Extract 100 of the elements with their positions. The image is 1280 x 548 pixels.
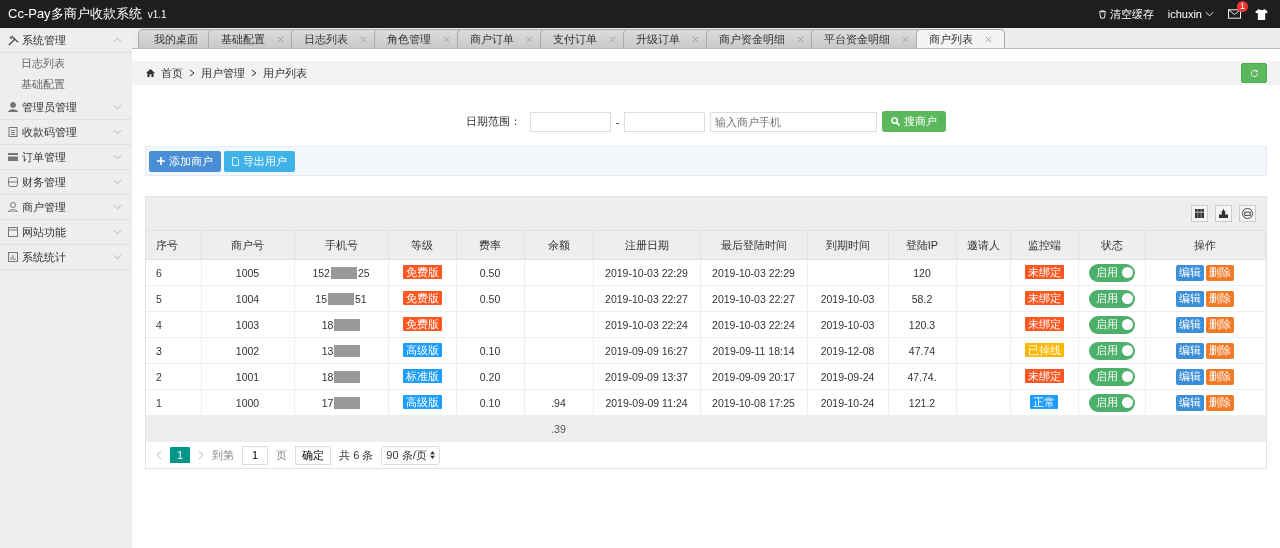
table-cell: 1003	[201, 311, 294, 338]
sidebar-item[interactable]: 网站功能	[0, 220, 132, 245]
close-icon[interactable]	[692, 35, 699, 43]
table-cell: 0.20	[479, 370, 501, 383]
table-cell: 2019-10-03 22:27	[700, 285, 807, 312]
notification-badge: 1	[1237, 1, 1248, 12]
card-icon	[8, 153, 18, 161]
page-size-select[interactable]: 90 条/页	[381, 445, 440, 465]
phone-number: 13	[321, 344, 334, 357]
column-header: 登陆IP	[888, 231, 956, 260]
page-unit-label: 页	[276, 447, 288, 463]
balance-total: .39	[551, 422, 566, 435]
confirm-button[interactable]: 确定	[295, 445, 332, 465]
chart-icon	[8, 252, 18, 262]
person-icon	[8, 102, 18, 112]
table-cell: 2019-09-09 11:24	[593, 389, 700, 416]
chevron-right-icon	[251, 69, 257, 77]
grid-icon	[1195, 209, 1204, 218]
clear-cache-link[interactable]: 清空缓存	[1097, 6, 1154, 22]
page-field[interactable]: 1	[242, 445, 269, 465]
breadcrumb-link[interactable]: 用户列表	[263, 65, 307, 81]
close-icon[interactable]	[443, 35, 450, 43]
phone-number: 152	[312, 266, 330, 279]
table-cell: .94	[551, 396, 566, 409]
sidebar-item[interactable]: 财务管理	[0, 170, 132, 195]
redaction-mark	[328, 292, 354, 305]
close-icon[interactable]	[526, 35, 533, 43]
page-number[interactable]: 1	[170, 447, 191, 463]
database-icon	[8, 177, 18, 187]
start-date-field[interactable]	[529, 111, 611, 132]
close-icon[interactable]	[797, 35, 804, 43]
table-cell: 3	[146, 337, 201, 364]
sidebar-item[interactable]: 系统管理	[0, 28, 132, 53]
table-cell: 0.10	[479, 396, 501, 409]
close-icon[interactable]	[902, 35, 909, 43]
print-button[interactable]	[1239, 205, 1256, 222]
sidebar-item[interactable]: 收款码管理	[0, 120, 132, 145]
breadcrumb-link[interactable]: 首页	[161, 65, 183, 81]
table-cell: 2019-10-03	[820, 292, 875, 305]
redaction-mark	[334, 318, 361, 331]
close-icon[interactable]	[277, 35, 284, 43]
phone-number: 17	[321, 396, 334, 409]
table-cell: 2019-10-03 22:29	[593, 259, 700, 286]
monitor-tag: 未绑定	[1024, 290, 1064, 305]
total-count: 共 6 条	[339, 447, 374, 463]
column-header: 余额	[524, 231, 593, 260]
plus-icon	[157, 157, 165, 165]
tab[interactable]: 商户列表	[916, 29, 1005, 48]
close-icon[interactable]	[609, 35, 616, 43]
end-date-field[interactable]	[624, 111, 706, 132]
phone-number: 25	[357, 266, 370, 279]
refresh-button[interactable]	[1241, 63, 1267, 83]
tools-icon	[8, 34, 19, 46]
submenu-item[interactable]: 基础配置	[0, 74, 132, 95]
person-icon	[8, 202, 18, 212]
chevron-right-icon[interactable]	[198, 450, 205, 460]
chevron-left-icon[interactable]	[156, 450, 162, 460]
table-cell: 121.2	[908, 396, 936, 409]
app-title: Cc-Pay多商户收款系统	[8, 5, 142, 23]
table-cell: 2019-09-09 13:37	[593, 363, 700, 390]
phone-search-field[interactable]: 输入商户手机	[710, 111, 878, 132]
column-header: 商户号	[201, 231, 294, 260]
close-icon[interactable]	[360, 35, 367, 43]
date-range-label: 日期范围：	[465, 114, 521, 129]
document-icon	[8, 127, 18, 137]
column-header: 监控端	[1010, 231, 1078, 260]
table-cell: 120	[913, 266, 931, 279]
monitor-tag: 正常	[1030, 394, 1058, 409]
column-header: 等级	[388, 231, 456, 260]
columns-button[interactable]	[1191, 205, 1208, 222]
table-cell: 47.74	[908, 344, 936, 357]
goto-label: 到第	[212, 447, 235, 463]
shirt-icon[interactable]	[1255, 8, 1268, 20]
submenu-item[interactable]: 日志列表	[0, 53, 132, 74]
refresh-icon	[1249, 68, 1259, 78]
sidebar-item[interactable]: 订单管理	[0, 145, 132, 170]
chevron-right-icon	[189, 69, 195, 77]
table-cell: 1004	[201, 285, 294, 312]
export-button[interactable]	[1215, 205, 1232, 222]
table-cell: 0.50	[479, 266, 501, 279]
user-menu[interactable]: ichuxin	[1167, 8, 1214, 20]
close-icon[interactable]	[985, 35, 992, 43]
column-header: 序号	[146, 231, 201, 260]
table-cell: 6	[146, 259, 201, 286]
table-cell: 47.74.	[907, 370, 937, 383]
sidebar-item[interactable]: 商户管理	[0, 195, 132, 220]
table-cell: 1001	[201, 363, 294, 390]
table-cell: 1002	[201, 337, 294, 364]
menu-label: 订单管理	[22, 149, 67, 165]
mail-icon[interactable]	[1228, 9, 1241, 19]
breadcrumb-link[interactable]: 用户管理	[201, 65, 245, 81]
sidebar-item[interactable]: 系统统计	[0, 245, 132, 270]
chevron-down-icon	[1205, 11, 1214, 17]
sidebar-item[interactable]: 管理员管理	[0, 95, 132, 120]
level-tag: 免费版	[402, 264, 442, 279]
table-cell: 2019-09-09 20:17	[700, 363, 807, 390]
phone-number: 15	[315, 292, 327, 305]
table-cell: 2019-09-24	[820, 370, 875, 383]
home-icon	[146, 69, 155, 77]
column-header: 最后登陆时间	[700, 231, 807, 260]
